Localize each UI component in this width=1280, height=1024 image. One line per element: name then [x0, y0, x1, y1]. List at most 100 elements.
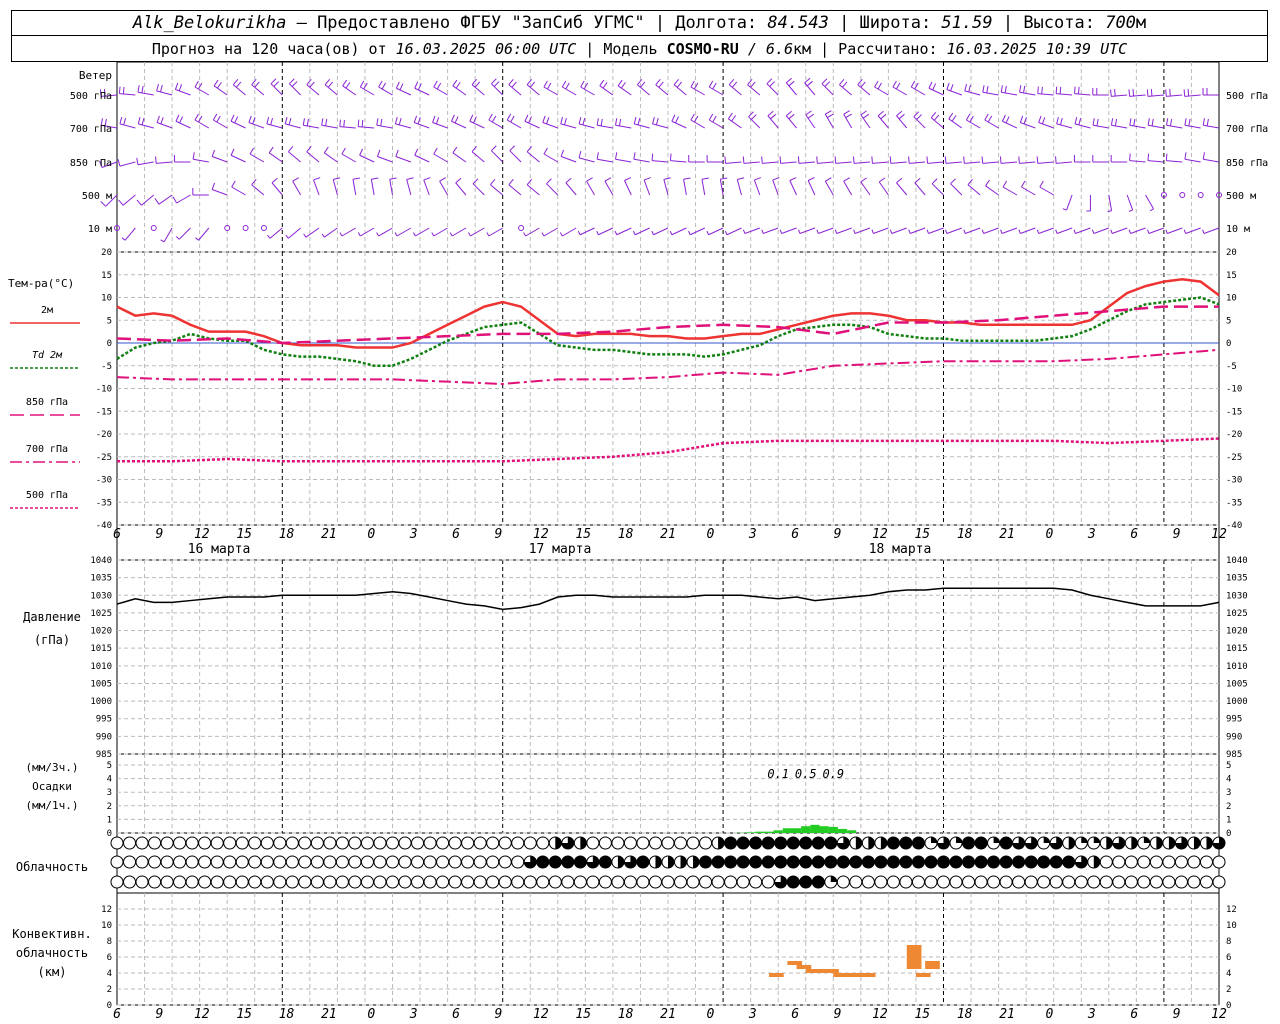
cloud-symbol [198, 875, 212, 889]
wind-barb-feather [333, 177, 341, 181]
wind-barb-feather [508, 179, 514, 186]
cloud-symbol [523, 836, 537, 850]
cloud-symbol [123, 855, 137, 869]
wind-barb-feather [288, 78, 295, 85]
wind-barb [341, 153, 357, 163]
wind-barb-feather [807, 113, 815, 119]
cloud-symbol [1037, 875, 1051, 889]
wind-barb-feather [878, 177, 886, 183]
cloud-symbol [310, 875, 324, 889]
wind-barb [414, 154, 430, 163]
wind-barb [119, 123, 136, 129]
wind-barb [1021, 186, 1036, 196]
precip-bar [773, 830, 783, 833]
convective-panel [769, 945, 940, 977]
wind-barb [579, 227, 595, 236]
cloud-symbol [348, 875, 362, 889]
cloud-symbol [899, 875, 913, 889]
wind-barb-feather [895, 82, 901, 90]
cloud-symbol [436, 836, 450, 850]
pressure-title: Давление [23, 610, 81, 624]
cloud-fill [1062, 856, 1075, 868]
hour-tick-mid: 0 [706, 527, 714, 542]
wind-barb-feather [493, 81, 500, 87]
wind-barb-feather [1018, 156, 1020, 164]
wind-barb [342, 85, 357, 96]
wind-barb-feather [617, 79, 623, 87]
wind-barb-feather [798, 229, 801, 234]
conv-tick-right: 4 [1226, 969, 1231, 979]
wind-barb [137, 91, 154, 96]
cloud-symbol [911, 875, 925, 889]
wind-barb [1184, 124, 1201, 129]
wind-barb-feather [946, 82, 950, 90]
wind-level-label-right: 10 м [1226, 224, 1250, 235]
wind-barb-feather [1202, 152, 1205, 160]
cloud-symbol [335, 836, 349, 850]
wind-barb [232, 84, 246, 96]
wind-barb-feather [860, 81, 866, 88]
wind-barb-feather [880, 113, 887, 120]
wind-barb-feather [414, 148, 419, 156]
cloud-symbol [849, 875, 863, 889]
wind-barb [965, 227, 981, 234]
pressure-tick-left: 1035 [90, 574, 112, 584]
wind-barb [339, 126, 356, 129]
wind-barb [324, 152, 338, 163]
precip-bar [782, 828, 792, 833]
wind-barb [985, 185, 999, 196]
cloud-symbol [1149, 875, 1163, 889]
wind-barb-feather [1165, 153, 1168, 161]
wind-barb-feather [376, 118, 379, 126]
cloud-symbol [924, 875, 938, 889]
wind-barb-feather [825, 177, 832, 182]
wind-level-label-right: 500 гПа [1226, 91, 1268, 102]
cloud-fill [617, 856, 624, 868]
cloud-symbol [335, 855, 349, 869]
wind-barb [839, 84, 852, 96]
cloud-fill [1000, 856, 1013, 868]
wind-barb [785, 82, 797, 96]
cloud-symbol [235, 875, 249, 889]
cloud-symbol [310, 855, 324, 869]
wind-barb-feather [785, 110, 792, 117]
cloud-fill [655, 856, 662, 868]
wind-barb-feather [761, 229, 764, 234]
wind-barb-feather [1019, 115, 1024, 123]
wind-barb [562, 227, 577, 237]
hour-tick-mid: 9 [155, 527, 163, 542]
precip-units-top: (мм/3ч.) [26, 761, 79, 774]
wind-barb-feather [827, 113, 834, 119]
wind-barb [178, 227, 191, 240]
cloud-symbol [386, 875, 399, 889]
wind-barb [670, 160, 687, 163]
wind-barb [927, 161, 944, 164]
wind-barb [508, 184, 522, 196]
wind-barb [1148, 124, 1164, 129]
wind-barb [586, 180, 595, 196]
wind-barb-feather [669, 230, 673, 235]
wind-barb-feather [357, 119, 360, 127]
wind-barb-feather [767, 110, 774, 117]
cloud-symbol [1062, 875, 1076, 889]
wind-barb [288, 83, 302, 96]
hour-tick-mid: 18 [957, 527, 973, 542]
precip-bar [828, 826, 838, 833]
wind-barb-feather [964, 83, 968, 91]
wind-barb [928, 87, 944, 96]
wind-barb [616, 227, 632, 236]
hour-tick-mid: 21 [660, 527, 676, 542]
wind-barb-feather [693, 115, 699, 123]
wind-barb-feather [195, 237, 199, 241]
cloud-symbol [586, 836, 600, 850]
conv-tick-left: 6 [107, 953, 112, 963]
cloud-symbol [623, 836, 637, 850]
wind-barb-feather [1183, 89, 1186, 97]
wind-barb-feather [321, 118, 324, 126]
wind-barb-feather [750, 81, 756, 88]
pressure-tick-right: 1025 [1226, 609, 1248, 619]
cloud-fill [1193, 837, 1200, 849]
hour-tick-mid: 18 [618, 527, 634, 542]
wind-barb [525, 227, 540, 237]
wind-barb [896, 115, 908, 129]
